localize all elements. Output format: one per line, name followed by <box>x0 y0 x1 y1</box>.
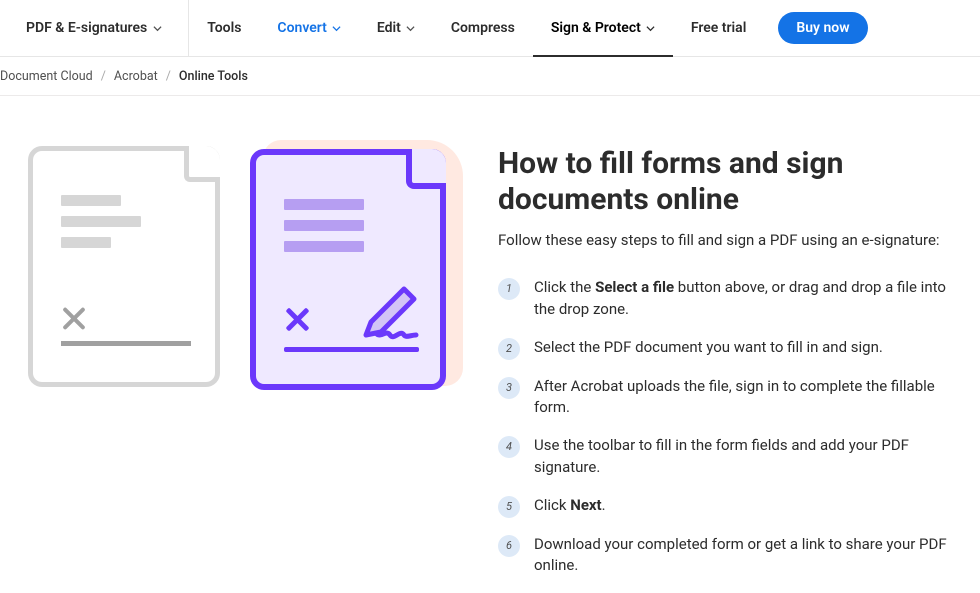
step-number: 2 <box>498 338 520 360</box>
category-label: PDF & E-signatures <box>26 20 147 36</box>
document-sign-icon <box>250 149 446 390</box>
nav-edit[interactable]: Edit <box>359 0 433 56</box>
step-item: 1Click the Select a file button above, o… <box>498 277 970 321</box>
steps-list: 1Click the Select a file button above, o… <box>498 277 970 577</box>
step-item: 5Click Next. <box>498 495 970 518</box>
step-item: 4Use the toolbar to fill in the form fie… <box>498 435 970 479</box>
illustration <box>28 146 458 436</box>
subheading: Follow these easy steps to fill and sign… <box>498 230 970 251</box>
breadcrumb-separator: / <box>166 69 171 84</box>
breadcrumb-online-tools: Online Tools <box>179 69 248 84</box>
nav-convert[interactable]: Convert <box>259 0 358 56</box>
step-number: 3 <box>498 377 520 399</box>
breadcrumb-document-cloud[interactable]: Document Cloud <box>0 69 93 84</box>
chevron-down-icon <box>406 24 415 33</box>
category-dropdown[interactable]: PDF & E-signatures <box>0 0 189 56</box>
step-number: 4 <box>498 436 520 458</box>
chevron-down-icon <box>332 24 341 33</box>
main-content: How to fill forms and sign documents onl… <box>0 96 980 593</box>
x-mark-icon <box>284 307 309 332</box>
content-column: How to fill forms and sign documents onl… <box>498 146 970 593</box>
nav-compress[interactable]: Compress <box>433 0 533 56</box>
top-nav: PDF & E-signatures Tools Convert Edit Co… <box>0 0 980 57</box>
document-icon-grey <box>28 146 220 387</box>
step-item: 2Select the PDF document you want to fil… <box>498 337 970 360</box>
pen-signature-icon <box>316 277 426 345</box>
step-item: 6Download your completed form or get a l… <box>498 534 970 578</box>
page-title: How to fill forms and sign documents onl… <box>498 146 970 218</box>
step-number: 6 <box>498 535 520 557</box>
step-item: 3After Acrobat uploads the file, sign in… <box>498 376 970 420</box>
nav-tools[interactable]: Tools <box>189 0 259 56</box>
step-number: 1 <box>498 278 520 300</box>
chevron-down-icon <box>646 24 655 33</box>
breadcrumb-separator: / <box>101 69 106 84</box>
buy-now-button[interactable]: Buy now <box>778 12 867 44</box>
nav-sign-protect[interactable]: Sign & Protect <box>533 0 673 56</box>
breadcrumb: Document Cloud / Acrobat / Online Tools <box>0 57 980 96</box>
x-mark-icon <box>61 306 86 331</box>
step-number: 5 <box>498 496 520 518</box>
nav-free-trial[interactable]: Free trial <box>673 0 765 56</box>
breadcrumb-acrobat[interactable]: Acrobat <box>114 69 158 84</box>
chevron-down-icon <box>153 24 162 33</box>
